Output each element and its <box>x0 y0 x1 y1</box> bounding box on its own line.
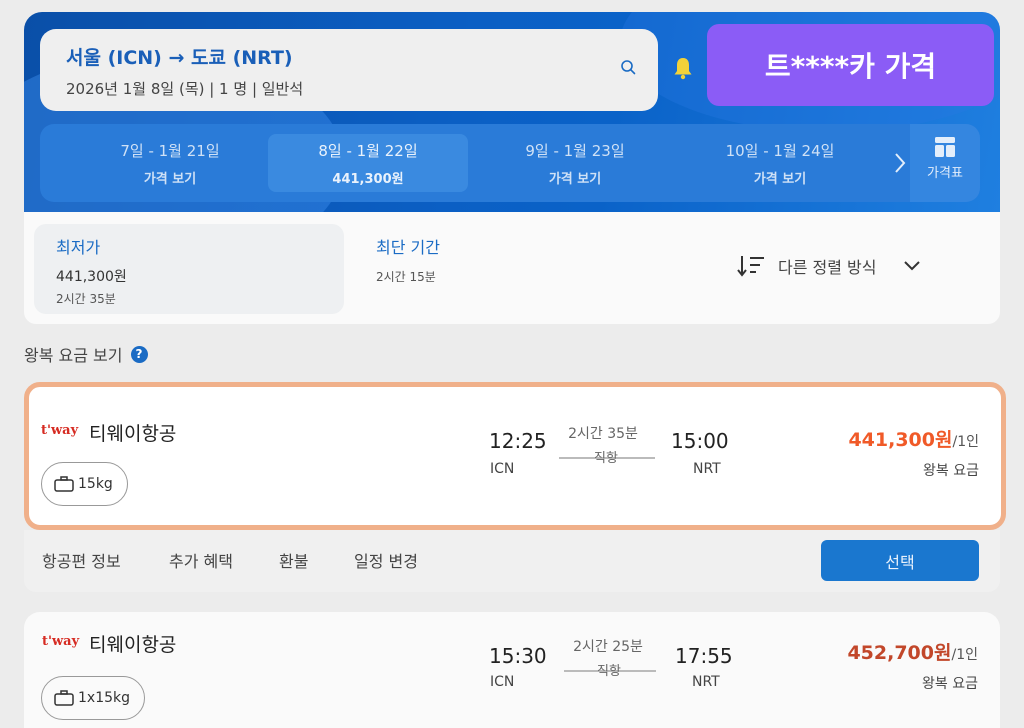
price-grid-button[interactable]: 가격표 <box>910 124 980 202</box>
airline-logo: t'way <box>41 423 79 438</box>
date-option-1[interactable]: 7일 - 1월 21일 가격 보기 <box>70 134 270 192</box>
stops-label: 직항 <box>597 664 621 679</box>
fare-block: 441,300원/1인 왕복 요금 <box>848 425 979 480</box>
flight-card-1[interactable]: t'way 티웨이항공 15kg 12:25 ICN 2시간 35분 직항 15… <box>24 382 1006 530</box>
grid-label: 가격표 <box>927 166 963 181</box>
date-range: 8일 - 1월 22일 <box>318 142 418 160</box>
airline-name: 티웨이항공 <box>89 423 177 445</box>
extras-link[interactable]: 추가 혜택 <box>169 548 233 572</box>
route-title: 서울 (ICN) → 도쿄 (NRT) <box>66 47 293 69</box>
sort-price: 441,300원 <box>56 269 127 285</box>
arrival-airport: NRT <box>693 461 721 477</box>
departure-time: 15:30 <box>489 644 547 668</box>
fare-amount: 452,700원 <box>847 642 952 664</box>
date-selector: 7일 - 1월 21일 가격 보기 8일 - 1월 22일 441,300원 9… <box>40 124 980 202</box>
sort-duration: 2시간 15분 <box>376 270 436 284</box>
fare-amount: 441,300원 <box>848 429 953 451</box>
arrival-airport: NRT <box>692 674 720 690</box>
date-range: 10일 - 1월 24일 <box>725 142 835 160</box>
sort-options: 최저가 441,300원 2시간 35분 최단 기간 2시간 15분 다른 정렬… <box>24 212 1000 324</box>
airline-logo: t'way <box>42 634 80 649</box>
flight-actions: 항공편 정보 추가 혜택 환불 일정 변경 선택 <box>24 530 1000 592</box>
departure-time: 12:25 <box>489 429 547 453</box>
baggage-text: 1x15kg <box>78 690 131 706</box>
fare-line: 452,700원/1인 <box>847 638 978 665</box>
refund-link[interactable]: 환불 <box>279 548 308 572</box>
date-option-2-selected[interactable]: 8일 - 1월 22일 441,300원 <box>268 134 468 192</box>
chevron-down-icon <box>903 261 920 271</box>
date-price: 가격 보기 <box>548 172 602 187</box>
flight-info-link[interactable]: 항공편 정보 <box>42 548 121 572</box>
price-overlay-banner: 트****카 가격 <box>707 24 994 106</box>
airline-name: 티웨이항공 <box>89 634 177 656</box>
trip-info: 2026년 1월 8일 (목) | 1 명 | 일반석 <box>66 80 304 98</box>
fare-unit: /1인 <box>951 647 978 663</box>
date-option-3[interactable]: 9일 - 1월 23일 가격 보기 <box>475 134 675 192</box>
arrival-time: 15:00 <box>671 429 729 453</box>
help-icon[interactable]: ? <box>130 345 148 363</box>
search-summary[interactable]: 서울 (ICN) → 도쿄 (NRT) 2026년 1월 8일 (목) | 1 … <box>40 29 658 111</box>
date-range: 7일 - 1월 21일 <box>120 142 220 160</box>
select-button[interactable]: 선택 <box>821 540 979 581</box>
fare-block: 452,700원/1인 왕복 요금 <box>847 638 978 693</box>
date-range: 9일 - 1월 23일 <box>525 142 625 160</box>
chevron-right-icon[interactable] <box>892 150 908 176</box>
baggage-badge: 1x15kg <box>41 676 146 720</box>
sort-label: 최저가 <box>56 238 101 257</box>
flight-card-2[interactable]: t'way 티웨이항공 1x15kg 15:30 ICN 2시간 25분 직항 … <box>24 612 1000 728</box>
date-price: 가격 보기 <box>753 172 807 187</box>
search-icon[interactable] <box>620 59 636 75</box>
date-option-4[interactable]: 10일 - 1월 24일 가격 보기 <box>680 134 880 192</box>
suitcase-icon <box>54 476 74 492</box>
roundtrip-toggle[interactable]: 왕복 요금 보기 ? <box>24 342 148 366</box>
fare-type: 왕복 요금 <box>922 676 978 692</box>
sort-other-dropdown[interactable]: 다른 정렬 방식 <box>736 252 921 280</box>
baggage-badge: 15kg <box>41 462 128 506</box>
suitcase-icon <box>54 690 74 706</box>
fare-line: 441,300원/1인 <box>848 425 979 452</box>
sort-fastest[interactable]: 최단 기간 2시간 15분 <box>376 234 440 285</box>
sort-icon <box>737 256 764 277</box>
stops-label: 직항 <box>594 451 618 466</box>
flight-duration: 2시간 35분 <box>568 426 638 442</box>
date-price: 441,300원 <box>332 172 404 187</box>
flight-duration: 2시간 25분 <box>573 639 643 655</box>
sort-label: 최단 기간 <box>376 238 440 257</box>
departure-airport: ICN <box>490 461 515 477</box>
date-price: 가격 보기 <box>143 172 197 187</box>
departure-airport: ICN <box>490 674 515 690</box>
grid-icon <box>935 137 955 157</box>
sort-duration: 2시간 35분 <box>56 292 116 306</box>
baggage-text: 15kg <box>78 476 113 492</box>
sort-cheapest[interactable]: 최저가 441,300원 2시간 35분 <box>34 224 344 314</box>
fare-type: 왕복 요금 <box>923 463 979 479</box>
roundtrip-label: 왕복 요금 보기 <box>24 346 123 365</box>
bell-icon[interactable] <box>672 56 694 80</box>
change-link[interactable]: 일정 변경 <box>354 548 418 572</box>
fare-unit: /1인 <box>952 434 979 450</box>
sort-other-label: 다른 정렬 방식 <box>778 258 877 277</box>
arrival-time: 17:55 <box>675 644 733 668</box>
